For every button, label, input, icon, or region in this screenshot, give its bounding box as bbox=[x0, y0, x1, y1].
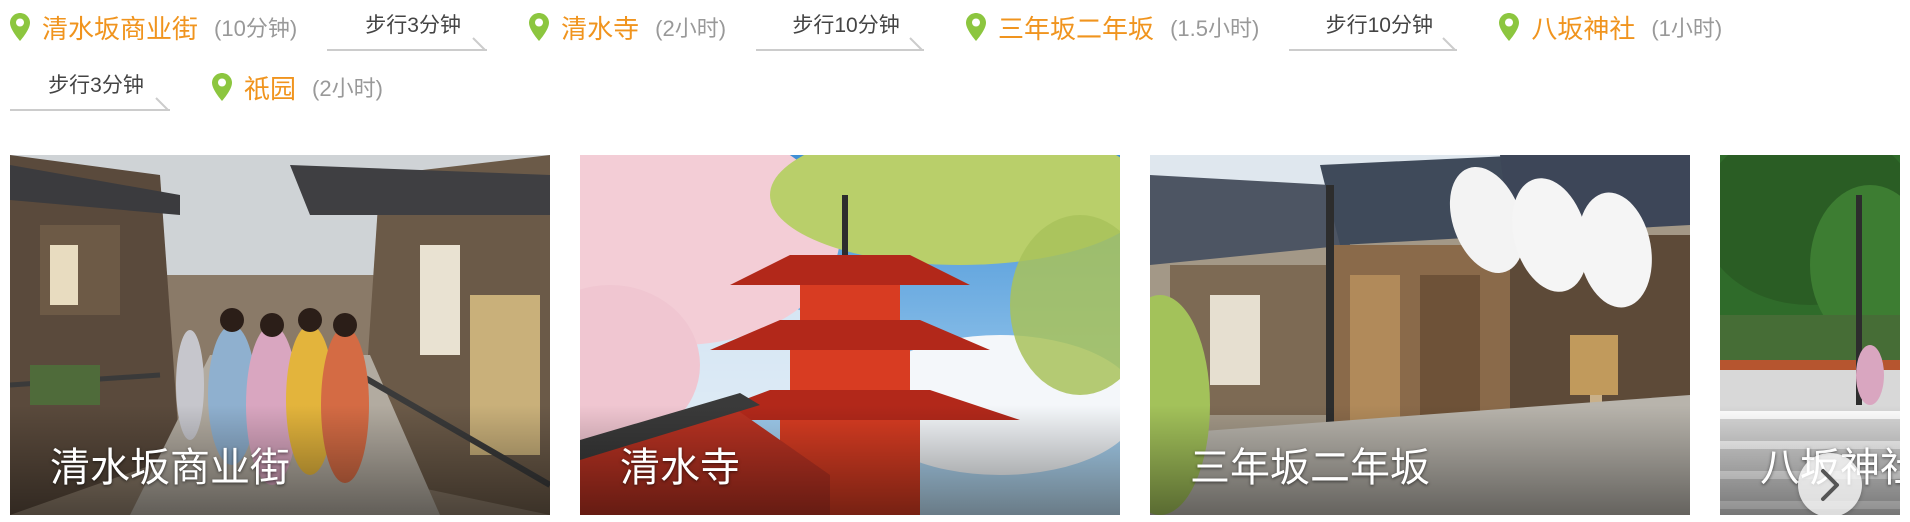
walk-connector: 步行3分钟 bbox=[327, 3, 499, 51]
chevron-right-icon bbox=[1821, 469, 1839, 501]
route-stop[interactable]: 八坂神社 (1小时) bbox=[1499, 9, 1722, 46]
walk-time: 步行10分钟 bbox=[1325, 14, 1433, 37]
photo-card[interactable]: 清水寺 bbox=[580, 155, 1120, 515]
location-pin-icon bbox=[10, 13, 30, 41]
stop-duration: (10分钟) bbox=[214, 16, 298, 41]
route-stop[interactable]: 三年坂二年坂 (1.5小时) bbox=[966, 9, 1259, 46]
stop-name[interactable]: 八坂神社 bbox=[1531, 9, 1635, 46]
location-pin-icon bbox=[966, 13, 987, 41]
route-stop[interactable]: 清水寺 (2小时) bbox=[529, 9, 726, 46]
card-title: 清水寺 bbox=[620, 446, 740, 490]
stop-name[interactable]: 三年坂二年坂 bbox=[998, 9, 1154, 46]
photo-card[interactable]: 三年坂二年坂 bbox=[1150, 155, 1690, 515]
stop-duration: (1.5小时) bbox=[1170, 16, 1260, 41]
stop-name[interactable]: 祇园 bbox=[244, 69, 296, 106]
walk-connector: 步行10分钟 bbox=[756, 3, 936, 51]
arrow-line-icon bbox=[1289, 37, 1458, 51]
card-title: 清水坂商业街 bbox=[50, 446, 290, 490]
walk-connector: 步行10分钟 bbox=[1289, 3, 1469, 51]
location-pin-icon bbox=[212, 73, 232, 101]
route-row: 清水坂商业街 (10分钟) 步行3分钟 清水寺 (2小时) 步行10分钟 三年坂… bbox=[10, 7, 1722, 51]
walk-time: 步行3分钟 bbox=[365, 14, 461, 37]
location-pin-icon bbox=[529, 13, 550, 41]
card-title: 三年坂二年坂 bbox=[1190, 446, 1430, 490]
stop-duration: (2小时) bbox=[312, 76, 383, 101]
walk-connector: 步行3分钟 bbox=[10, 63, 182, 111]
location-pin-icon bbox=[1499, 13, 1520, 41]
arrow-line-icon bbox=[327, 37, 488, 51]
route-row: 步行3分钟 祇园 (2小时) bbox=[10, 67, 383, 111]
photo-card[interactable]: 清水坂商业街 bbox=[10, 155, 550, 515]
route-stop[interactable]: 清水坂商业街 (10分钟) bbox=[10, 9, 297, 46]
walk-time: 步行10分钟 bbox=[792, 14, 900, 37]
photo-carousel: 清水坂商业街 清水寺 三年坂二年坂 bbox=[10, 155, 1910, 515]
next-button[interactable] bbox=[1798, 453, 1862, 515]
arrow-line-icon bbox=[10, 97, 170, 111]
stop-name[interactable]: 清水坂商业街 bbox=[42, 9, 198, 46]
stop-duration: (1小时) bbox=[1651, 16, 1723, 41]
walk-time: 步行3分钟 bbox=[48, 74, 144, 97]
stop-name[interactable]: 清水寺 bbox=[561, 9, 639, 46]
stop-duration: (2小时) bbox=[655, 16, 727, 41]
route-stop[interactable]: 祇园 (2小时) bbox=[212, 69, 383, 106]
route-timeline: 清水坂商业街 (10分钟) 步行3分钟 清水寺 (2小时) 步行10分钟 三年坂… bbox=[0, 0, 1910, 140]
arrow-line-icon bbox=[756, 37, 925, 51]
